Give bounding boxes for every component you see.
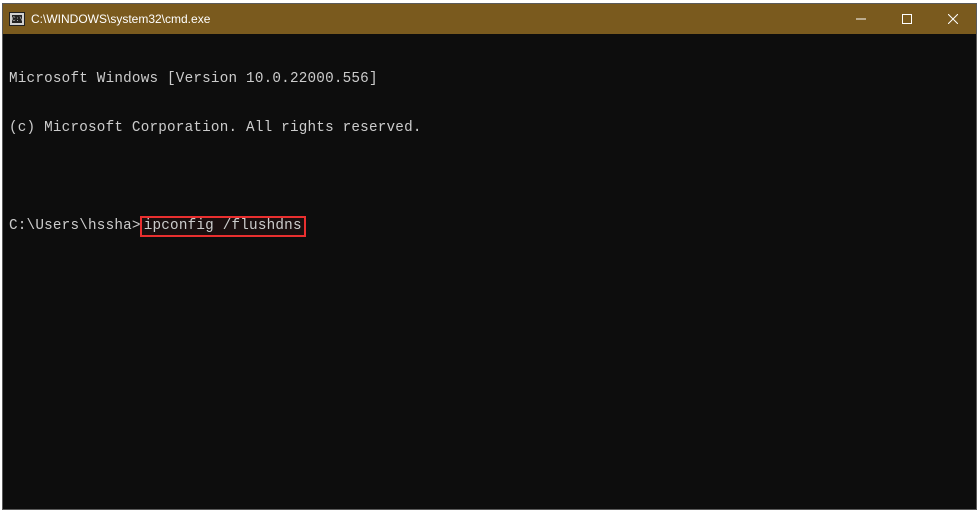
titlebar-controls — [838, 4, 976, 34]
copyright-line: (c) Microsoft Corporation. All rights re… — [9, 120, 970, 136]
cmd-icon: C:\ — [9, 12, 25, 26]
titlebar-left: C:\ C:\WINDOWS\system32\cmd.exe — [9, 12, 210, 26]
command-text: ipconfig /flushdns — [144, 218, 302, 234]
prompt-text: C:\Users\hssha> — [9, 218, 141, 234]
maximize-icon — [902, 14, 912, 24]
blank-line — [9, 170, 970, 186]
titlebar[interactable]: C:\ C:\WINDOWS\system32\cmd.exe — [3, 4, 976, 34]
prompt-line: C:\Users\hssha>ipconfig /flushdns — [9, 218, 970, 238]
terminal-body[interactable]: Microsoft Windows [Version 10.0.22000.55… — [3, 34, 976, 276]
close-icon — [948, 14, 958, 24]
version-line: Microsoft Windows [Version 10.0.22000.55… — [9, 71, 970, 87]
highlighted-command: ipconfig /flushdns — [140, 216, 306, 236]
minimize-button[interactable] — [838, 4, 884, 34]
cmd-window: C:\ C:\WINDOWS\system32\cmd.exe — [2, 3, 977, 510]
minimize-icon — [856, 14, 866, 24]
maximize-button[interactable] — [884, 4, 930, 34]
close-button[interactable] — [930, 4, 976, 34]
window-title: C:\WINDOWS\system32\cmd.exe — [31, 12, 210, 26]
